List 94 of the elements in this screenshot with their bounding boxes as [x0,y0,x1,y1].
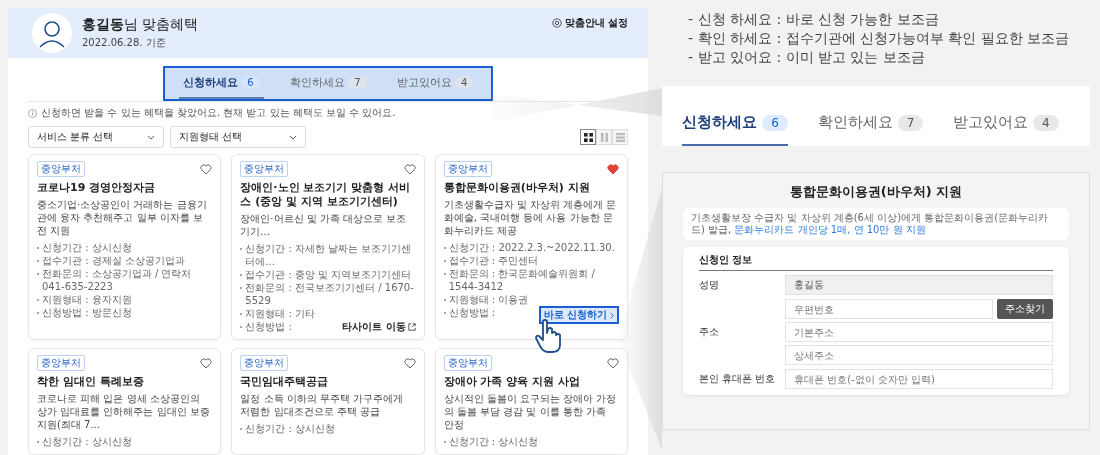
card-description: 코로나로 피해 입은 영세 소상공인의 상가 임대료를 인하해주는 임대인 보증지원(최대 7... [37,392,211,431]
info-icon [28,108,37,118]
avatar-icon [32,13,72,53]
card-title: 착한 임대인 특례보증 [37,375,145,389]
detail-text: 전화문의 : 한국문화예술위원회 / 1544-3412 [448,267,596,293]
description-text: 기초생활보장 수급자 및 차상위 계층(6세 이상)에게 통합문화이용권(문화누리카드) 발급, 문화누리카드 개인당 1매, 연 10만 원 지원 [691,212,1049,235]
heart-icon[interactable] [403,357,416,369]
count-badge: 7 [348,77,367,88]
detail-text: 지원형태 : 융자지원 [42,293,133,306]
settings-link[interactable]: 맞춤안내 설정 [551,16,628,30]
card-title: 통합문화이용권(바우처) 지원 [443,181,591,195]
legend-text: - 신청 하세요 : 바로 신청 가능한 보조금 [688,10,940,29]
card-description: 상시적인 돌봄이 요구되는 장애아 가정의 돌봄 부담 경감 및 이를 통한 가족 안정 [443,392,618,431]
card-title: 코로나19 경영안정자금 [37,181,157,195]
heart-icon[interactable] [200,357,213,369]
agency-tag: 중앙부처 [37,355,85,371]
field-label: 성명 [699,278,720,292]
chevron-right-icon [610,311,614,319]
agency-tag: 중앙부처 [240,161,289,177]
detail-text: 신청방법 : [245,320,293,333]
detail-text: 신청기간 : 자세한 날짜는 보조기기센터에... [245,242,413,268]
form-title: 통합문화이용권(바우처) 지원 [788,183,964,201]
input-field[interactable]: 기본주소 [785,322,1053,342]
info-link[interactable]: 문화누리카드 개인당 1매, 연 10만 원 지원 [734,224,926,235]
dropdown[interactable]: 서비스 분류 선택 [28,126,164,148]
count-badge: 6 [241,77,260,88]
page-title: 홍길동님 맞춤혜택 [82,16,200,34]
external-link[interactable]: 타사이트 이동 [342,320,416,333]
grid-view-button[interactable] [580,129,596,145]
benefit-card[interactable]: 중앙부처 국민임대주택공급 일정 소득 이하의 무주택 가구주에게 저렴한 임대조건으로 주택 공급 신청기간 : 상시신청 [231,348,425,455]
detail-text: 신청기간 : 상시신청 [448,435,540,448]
detail-text: 신청기간 : 상시신청 [42,435,133,448]
count-badge: 4 [455,77,474,88]
field-label: 주소 [699,325,720,339]
detail-text: 신청방법 : [448,306,497,319]
detail-text: 신청방법 : 방문신청 [42,306,133,319]
detail-text: 신청기간 : 상시신청 [245,422,337,435]
heart-icon[interactable] [607,357,619,369]
detail-text: 전화문의 : 소상공기업과 / 연락처 041-635-2223 [42,267,193,293]
tab[interactable]: 받고있어요 4 [392,68,478,99]
benefit-card[interactable]: 중앙부처 장애인·노인 보조기기 맞춤형 서비스 (중앙 및 지역 보조기기센터) 장애인·어르신 및 가족 대상으로 보조기기... 신청기간 : 자세한 날짜는 보조기기센터에... 접수기관 : 중앙 및 지역보조기기센터 전화문의 : 전국보조기기센터 / 1670-5529 지원형태 : 기타 신청방법 : 타사이트 이동 [231,154,425,340]
detail-text: 신청기간 : 상시신청 [42,241,133,254]
notice-text: 신청하면 받을 수 있는 혜택을 찾았어요. 현재 받고 있는 혜택도 보일 수 있어요. [41,106,396,120]
card-description: 일정 소득 이하의 무주택 가구주에게 저렴한 임대조건으로 주택 공급 [240,392,405,418]
grid-icon [583,132,593,142]
detail-text: 전화문의 : 전국보조기기센터 / 1670-5529 [245,281,415,307]
detail-text: 접수기관 : 중앙 및 지역보조기기센터 [245,268,413,281]
list-icon [615,132,625,142]
heart-icon[interactable] [200,163,213,175]
dropdown[interactable]: 지원형태 선택 [170,126,306,148]
card-description: 중소기업·소상공인이 거래하는 금융기관에 융자 추천해주고 일부 이자를 보전 지원 [37,198,208,237]
benefit-card[interactable]: 중앙부처 장애아 가족 양육 지원 사업 상시적인 돌봄이 요구되는 장애아 가정의 돌봄 부담 경감 및 이를 통한 가족 안정 신청기간 : 상시신청 [434,348,628,455]
field-label: 본인 휴대폰 번호 [699,372,777,386]
tab[interactable]: 신청하세요 6 [178,68,264,99]
benefit-card[interactable]: 중앙부처 착한 임대인 특례보증 코로나로 피해 입은 영세 소상공인의 상가 임대료를 인하해주는 임대인 보증지원(최대 7... 신청기간 : 상시신청 [28,348,222,455]
detail-text: 지원형태 : 기타 [245,307,317,320]
hand-cursor-icon [533,318,564,354]
card-title: 장애인·노인 보조기기 맞춤형 서비스 (중앙 및 지역 보조기기센터) [240,181,411,209]
detail-text: 접수기관 : 경제실 소상공기업과 [42,254,186,267]
legend-text: - 확인 하세요 : 접수기관에 신청가능여부 확인 필요한 보조금 [688,29,1071,48]
date-text: 2022.06.28. 기준 [82,36,167,50]
detail-text: 지원형태 : 이용권 [448,293,530,306]
agency-tag: 중앙부처 [37,161,85,177]
tab[interactable]: 확인하세요 7 [285,68,371,99]
section-title: 신청인 정보 [699,253,1053,271]
agency-tag: 중앙부처 [240,355,289,371]
count-badge: 6 [762,115,788,131]
agency-tag: 중앙부처 [443,161,492,177]
detail-text: 접수기관 : 주민센터 [448,254,540,267]
settings-icon [551,18,562,28]
input-field[interactable]: 우편번호 [785,299,993,319]
input-field[interactable]: 상세주소 [785,345,1053,365]
legend-text: - 받고 있어요 : 이미 받고 있는 보조금 [688,48,926,67]
card-title: 국민임대주택공급 [240,375,330,389]
card-description: 기초생활수급자 및 차상위 계층에게 문화예술, 국내여행 등에 사용 가능한 문화누리카드 제공 [443,198,618,237]
agency-tag: 중앙부처 [443,355,492,371]
chevron-down-icon [289,134,297,140]
address-search-button[interactable]: 주소찾기 [997,299,1053,319]
count-badge: 4 [1033,115,1059,131]
heart-icon[interactable] [403,163,416,175]
heart-icon[interactable] [607,163,619,175]
card-description: 장애인·어르신 및 가족 대상으로 보조기기... [240,212,408,238]
card-title: 장애아 가족 양육 지원 사업 [443,375,581,389]
external-link-icon [407,322,416,331]
input-field[interactable]: 휴대폰 번호(-없이 숫자만 입력) [785,369,1053,389]
columns-icon [599,132,609,142]
tab[interactable]: 신청하세요 6 [682,113,788,146]
apply-button[interactable]: 바로 신청하기 [538,306,619,324]
count-badge: 7 [897,115,924,131]
tab[interactable]: 받고있어요 4 [953,113,1059,146]
chevron-down-icon [147,134,155,140]
detail-text: 신청기간 : 2022.2.3.~2022.11.30. [448,241,616,254]
benefit-card[interactable]: 중앙부처 코로나19 경영안정자금 중소기업·소상공인이 거래하는 금융기관에 융자 추천해주고 일부 이자를 보전 지원 신청기간 : 상시신청 접수기관 : 경제실 소상공기업과 전화문의 : 소상공기업과 / 연락처 041-635-2223 지원형태 : 융자지원 신청방법 : 방문신청 [28,154,222,340]
tab[interactable]: 확인하세요 7 [817,113,924,146]
